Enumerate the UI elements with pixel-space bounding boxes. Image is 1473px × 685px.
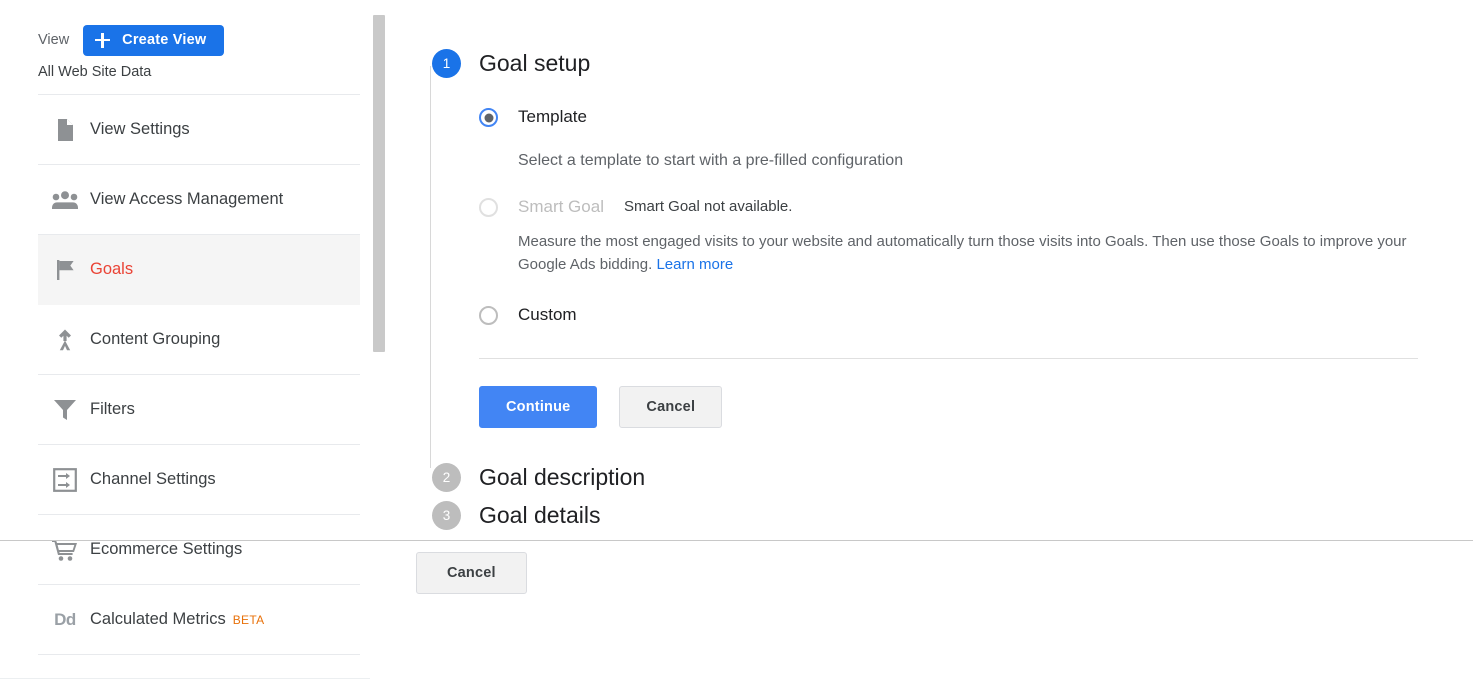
step-3-number: 3 [432, 501, 461, 530]
funnel-icon [52, 397, 78, 423]
people-group-icon [52, 187, 78, 213]
step-1-button-row: Continue Cancel [479, 386, 1418, 428]
sidebar-item-channel-settings[interactable]: Channel Settings [38, 445, 360, 515]
beta-badge: BETA [232, 612, 265, 627]
sidebar-item-ecommerce-settings[interactable]: Ecommerce Settings [38, 515, 360, 585]
wizard-connector-line [430, 66, 431, 468]
sidebar-item-calculated-metrics[interactable]: Dd Calculated Metrics BETA [38, 585, 360, 655]
custom-radio-row[interactable]: Custom [479, 304, 1418, 326]
sidebar-item-label: Ecommerce Settings [90, 540, 243, 559]
sidebar-item-content-grouping[interactable]: Content Grouping [38, 305, 360, 375]
sidebar-item-label: View Access Management [90, 190, 284, 209]
sidebar-item-goals[interactable]: Goals [38, 235, 360, 305]
sidebar-item-label: Calculated Metrics [90, 610, 226, 629]
sidebar-item-label: Content Grouping [90, 330, 221, 349]
custom-radio[interactable] [479, 306, 498, 325]
sidebar-nav-list: View Settings View Access Management Goals… [0, 95, 370, 655]
create-view-button-label: Create View [122, 32, 207, 48]
channel-settings-icon [52, 467, 78, 493]
step-2-number: 2 [432, 463, 461, 492]
wizard-step-3[interactable]: 3 Goal details [432, 501, 600, 530]
sidebar: View Create View All Web Site Data View … [0, 0, 370, 685]
sidebar-bottom-rule [0, 678, 370, 679]
smart-goal-unavailable-note: Smart Goal not available. [623, 198, 793, 215]
smart-goal-radio [479, 198, 498, 217]
dd-icon: Dd [54, 609, 76, 629]
footer-cancel-wrapper: Cancel [416, 552, 527, 594]
plus-icon [95, 32, 111, 48]
smart-goal-radio-row: Smart Goal Smart Goal not available. [479, 196, 1418, 218]
cancel-button[interactable]: Cancel [619, 386, 723, 428]
smart-goal-description: Measure the most engaged visits to your … [518, 230, 1418, 276]
sidebar-item-label: View Settings [90, 120, 190, 139]
view-label: View [38, 31, 70, 48]
view-header: View Create View [0, 0, 370, 56]
template-helper-text: Select a template to start with a pre-fi… [518, 152, 904, 169]
learn-more-link[interactable]: Learn more [656, 256, 733, 273]
smart-goal-radio-label: Smart Goal [518, 197, 604, 216]
smart-goal-description-text: Measure the most engaged visits to your … [518, 233, 1407, 273]
step-1-body: Template Select a template to start with… [479, 78, 1418, 428]
create-view-button[interactable]: Create View [83, 24, 225, 56]
content-grouping-icon [52, 327, 78, 353]
document-icon [52, 117, 78, 143]
template-radio[interactable] [479, 108, 498, 127]
step-3-title: Goal details [479, 502, 601, 528]
template-radio-row[interactable]: Template [479, 106, 1418, 128]
custom-radio-label: Custom [518, 305, 577, 324]
continue-button[interactable]: Continue [479, 386, 598, 428]
page-root: View Create View All Web Site Data View … [0, 0, 1473, 685]
wizard-step-2[interactable]: 2 Goal description [432, 463, 645, 492]
sidebar-item-label: Filters [90, 400, 135, 419]
footer-divider [0, 540, 1473, 541]
step-2-title: Goal description [479, 464, 646, 490]
template-radio-label: Template [518, 107, 587, 126]
flag-icon [52, 257, 78, 283]
sidebar-scrollbar-thumb[interactable] [373, 15, 385, 352]
step-1-divider [479, 358, 1418, 359]
main-content: 1 Goal setup Template Select a template … [416, 0, 1473, 685]
footer-cancel-button[interactable]: Cancel [416, 552, 527, 594]
sidebar-item-label: Channel Settings [90, 470, 216, 489]
view-name: All Web Site Data [38, 64, 152, 80]
step-1-number: 1 [432, 49, 461, 78]
sidebar-item-label: Goals [90, 260, 134, 279]
step-1-title: Goal setup [479, 50, 591, 76]
wizard-step-1: 1 Goal setup Template Select a template … [432, 49, 1418, 428]
sidebar-item-view-access-management[interactable]: View Access Management [38, 165, 360, 235]
sidebar-item-view-settings[interactable]: View Settings [38, 95, 360, 165]
sidebar-item-filters[interactable]: Filters [38, 375, 360, 445]
